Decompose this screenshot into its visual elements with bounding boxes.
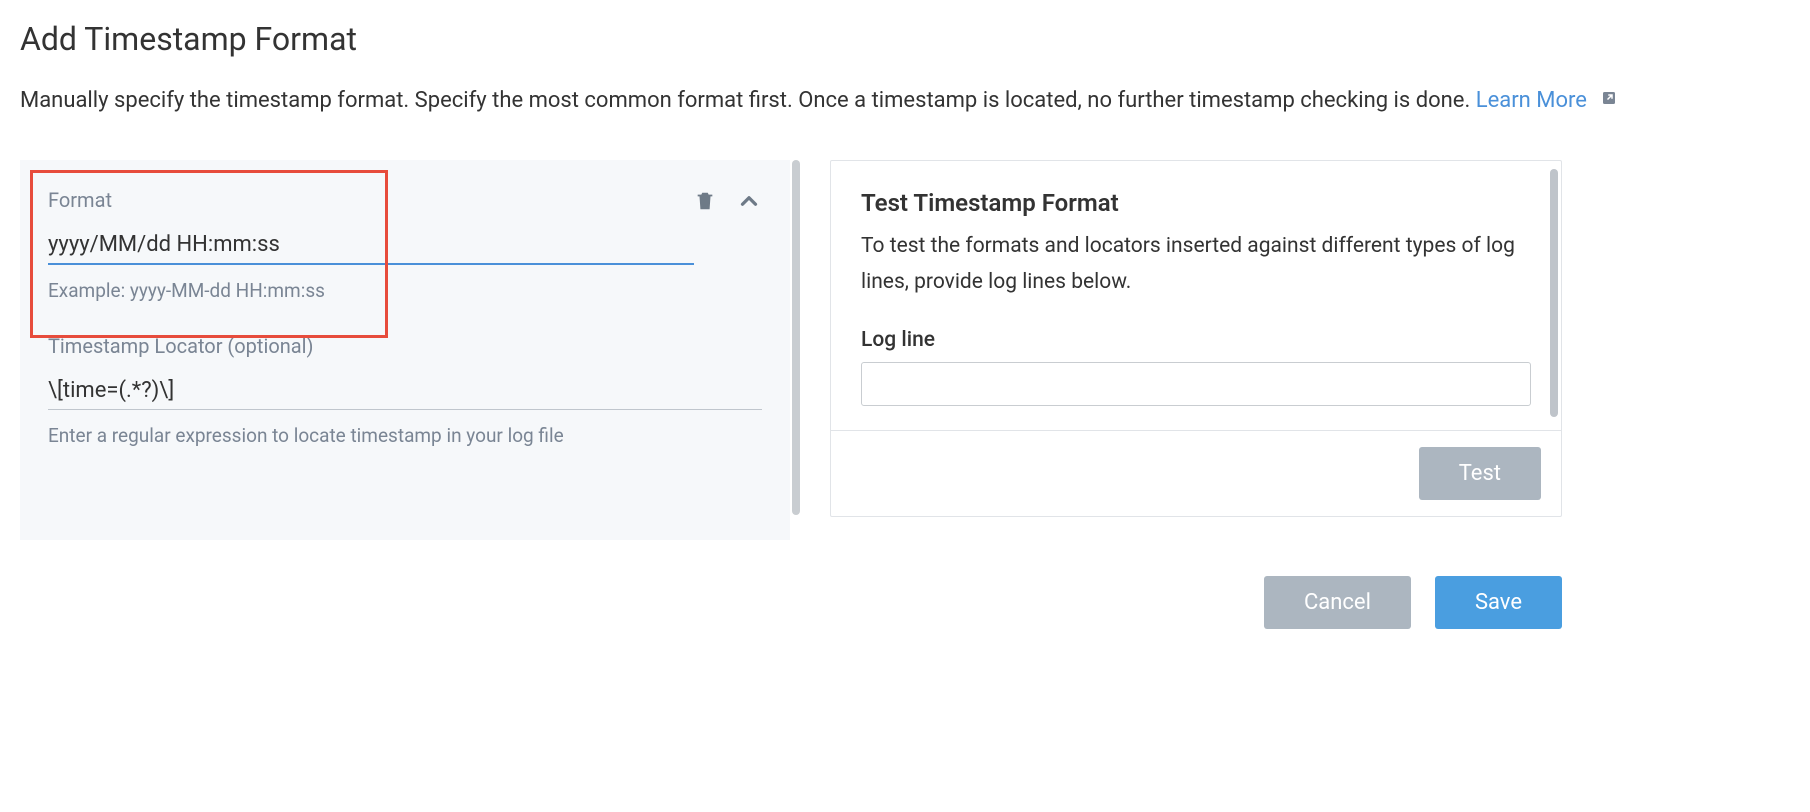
scrollbar-left[interactable] xyxy=(792,160,800,515)
log-line-input[interactable] xyxy=(861,362,1531,406)
test-panel-content: Test Timestamp Format To test the format… xyxy=(831,161,1561,430)
format-field-group: Format Example: yyyy-MM-dd HH:mm:ss xyxy=(48,188,694,302)
save-button[interactable]: Save xyxy=(1435,576,1562,629)
page-description: Manually specify the timestamp format. S… xyxy=(20,82,1790,120)
page-title: Add Timestamp Format xyxy=(20,20,1790,58)
locator-label: Timestamp Locator (optional) xyxy=(48,334,762,358)
locator-helper-text: Enter a regular expression to locate tim… xyxy=(48,424,762,447)
test-title: Test Timestamp Format xyxy=(861,189,1531,217)
locator-field-group: Timestamp Locator (optional) Enter a reg… xyxy=(48,334,762,447)
format-example-text: Example: yyyy-MM-dd HH:mm:ss xyxy=(48,279,694,302)
locator-input[interactable] xyxy=(48,372,762,410)
format-label: Format xyxy=(48,188,694,212)
trash-icon[interactable] xyxy=(694,189,716,213)
test-description: To test the formats and locators inserte… xyxy=(861,229,1531,300)
test-button-row: Test xyxy=(831,430,1561,516)
learn-more-link[interactable]: Learn More xyxy=(1476,88,1619,113)
format-panel: Format Example: yyyy-MM-dd HH:mm:ss xyxy=(20,160,790,540)
description-text: Manually specify the timestamp format. S… xyxy=(20,88,1476,113)
cancel-button[interactable]: Cancel xyxy=(1264,576,1411,629)
test-button[interactable]: Test xyxy=(1419,447,1541,500)
external-link-icon xyxy=(1600,82,1618,119)
chevron-up-icon[interactable] xyxy=(736,188,762,214)
main-container: Format Example: yyyy-MM-dd HH:mm:ss xyxy=(20,160,1790,540)
format-card: Format Example: yyyy-MM-dd HH:mm:ss xyxy=(20,160,790,540)
footer-actions: Cancel Save xyxy=(20,576,1562,629)
card-actions xyxy=(694,188,762,214)
test-panel: Test Timestamp Format To test the format… xyxy=(830,160,1562,517)
scrollbar-right[interactable] xyxy=(1550,169,1558,417)
format-input[interactable] xyxy=(48,226,694,265)
card-header: Format Example: yyyy-MM-dd HH:mm:ss xyxy=(48,188,762,334)
log-line-label: Log line xyxy=(861,328,1531,352)
learn-more-label: Learn More xyxy=(1476,88,1587,113)
